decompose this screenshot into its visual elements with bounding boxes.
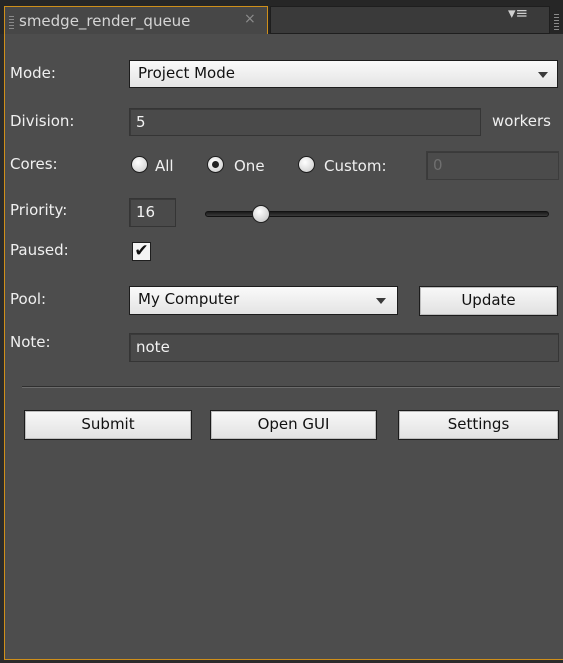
radio-selected-dot — [212, 161, 219, 168]
cores-custom-radio[interactable] — [298, 156, 315, 173]
division-unit-label: workers — [492, 112, 551, 130]
pool-label: Pool: — [10, 290, 47, 308]
cores-custom-label[interactable]: Custom: — [324, 157, 387, 175]
close-icon[interactable]: × — [244, 11, 256, 27]
cores-one-radio[interactable] — [207, 156, 224, 173]
note-input[interactable]: note — [129, 333, 559, 362]
cores-label: Cores: — [10, 155, 58, 173]
open-gui-button[interactable]: Open GUI — [210, 410, 377, 440]
priority-slider-thumb[interactable] — [252, 205, 270, 223]
cores-one-label[interactable]: One — [234, 157, 265, 175]
chevron-down-icon — [538, 72, 548, 78]
submit-button[interactable]: Submit — [24, 410, 192, 440]
resize-grip-icon[interactable] — [554, 14, 559, 30]
mode-dropdown[interactable]: Project Mode — [129, 60, 558, 88]
cores-all-radio[interactable] — [131, 156, 148, 173]
priority-input[interactable]: 16 — [129, 198, 176, 227]
pool-dropdown[interactable]: My Computer — [129, 286, 398, 315]
cores-all-label[interactable]: All — [155, 157, 174, 175]
pool-dropdown-value: My Computer — [138, 290, 240, 308]
division-input[interactable]: 5 — [129, 108, 481, 136]
mode-dropdown-value: Project Mode — [138, 64, 235, 82]
note-label: Note: — [10, 333, 51, 351]
priority-label: Priority: — [10, 201, 68, 219]
mode-label: Mode: — [10, 64, 56, 82]
chevron-down-icon — [376, 298, 386, 304]
division-label: Division: — [10, 112, 75, 130]
update-button[interactable]: Update — [419, 286, 558, 316]
panel-tab[interactable]: smedge_render_queue × — [4, 6, 268, 36]
panel-menu-icon[interactable]: ▾≡ — [508, 4, 528, 22]
tab-title: smedge_render_queue — [19, 12, 191, 30]
settings-button[interactable]: Settings — [398, 410, 559, 440]
tab-grip-icon[interactable] — [9, 16, 14, 29]
paused-checkbox[interactable]: ✔ — [132, 242, 151, 261]
separator — [22, 386, 560, 388]
paused-label: Paused: — [10, 241, 69, 259]
cores-custom-input[interactable]: 0 — [426, 151, 559, 180]
